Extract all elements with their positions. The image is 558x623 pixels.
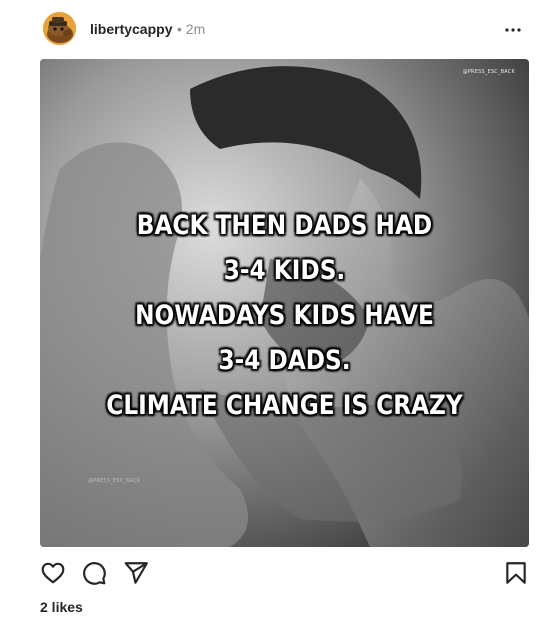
caption-line: 3-4 DADS.	[218, 345, 351, 376]
post-actions	[40, 560, 530, 588]
caption-line: 3-4 KIDS.	[223, 255, 346, 286]
caption-line: CLIMATE CHANGE IS CRAZY	[106, 390, 463, 421]
share-button[interactable]	[123, 560, 149, 586]
more-options-button[interactable]	[501, 18, 525, 42]
post-header: libertycappy • 2m	[41, 12, 531, 48]
like-button[interactable]	[40, 560, 66, 586]
save-button[interactable]	[503, 560, 529, 586]
bookmark-icon	[506, 562, 526, 584]
post-time: • 2m	[177, 21, 206, 37]
post-image[interactable]: @PRESS_ESC_BACK @PRESS_ESC_BACK BACK THE…	[40, 59, 529, 547]
watermark: @PRESS_ESC_BACK	[88, 478, 141, 484]
meme-caption: BACK THEN DADS HAD 3-4 KIDS. NOWADAYS KI…	[74, 203, 495, 428]
comment-icon	[83, 562, 106, 585]
caption-line: BACK THEN DADS HAD	[136, 210, 433, 241]
caption-line: NOWADAYS KIDS HAVE	[135, 300, 434, 331]
paper-plane-icon	[124, 562, 148, 584]
watermark: @PRESS_ESC_BACK	[462, 69, 515, 75]
heart-icon	[41, 562, 65, 584]
username[interactable]: libertycappy	[90, 21, 172, 37]
comment-button[interactable]	[81, 560, 107, 586]
more-horizontal-icon	[505, 28, 521, 32]
likes-count[interactable]: 2 likes	[40, 599, 83, 615]
avatar[interactable]	[43, 12, 76, 45]
capybara-avatar-icon	[43, 12, 76, 45]
